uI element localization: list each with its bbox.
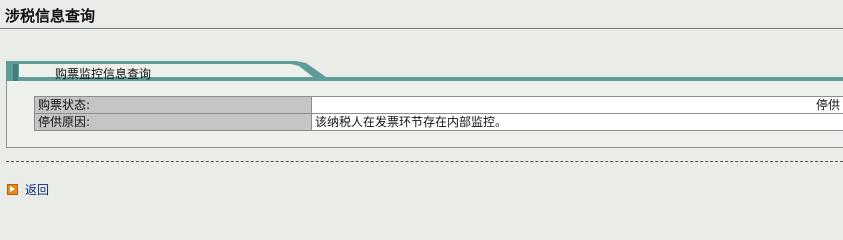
query-panel: 购票监控信息查询 购票状态: 停供 停供原因: 该纳税人在发票环节存在内部监控。: [6, 61, 843, 149]
suspend-reason-label: 停供原因:: [34, 113, 312, 131]
arrow-right-icon: [7, 184, 18, 195]
table-row: 购票状态: 停供: [34, 96, 843, 114]
suspend-reason-value: 该纳税人在发票环节存在内部监控。: [311, 113, 843, 131]
back-link[interactable]: 返回: [7, 181, 49, 198]
tab-query-monitoring[interactable]: 购票监控信息查询: [55, 65, 151, 82]
dashed-divider: [6, 161, 843, 162]
info-table: 购票状态: 停供 停供原因: 该纳税人在发票环节存在内部监控。: [34, 96, 843, 131]
page-header: 涉税信息查询: [0, 0, 843, 29]
purchase-status-label: 购票状态:: [34, 96, 312, 114]
page-title: 涉税信息查询: [5, 7, 96, 25]
table-row: 停供原因: 该纳税人在发票环节存在内部监控。: [34, 113, 843, 131]
back-link-label[interactable]: 返回: [25, 181, 49, 198]
purchase-status-value: 停供: [311, 96, 843, 114]
panel-body: 购票状态: 停供 停供原因: 该纳税人在发票环节存在内部监控。: [6, 81, 843, 148]
panel-tab-bar: 购票监控信息查询: [6, 61, 843, 81]
